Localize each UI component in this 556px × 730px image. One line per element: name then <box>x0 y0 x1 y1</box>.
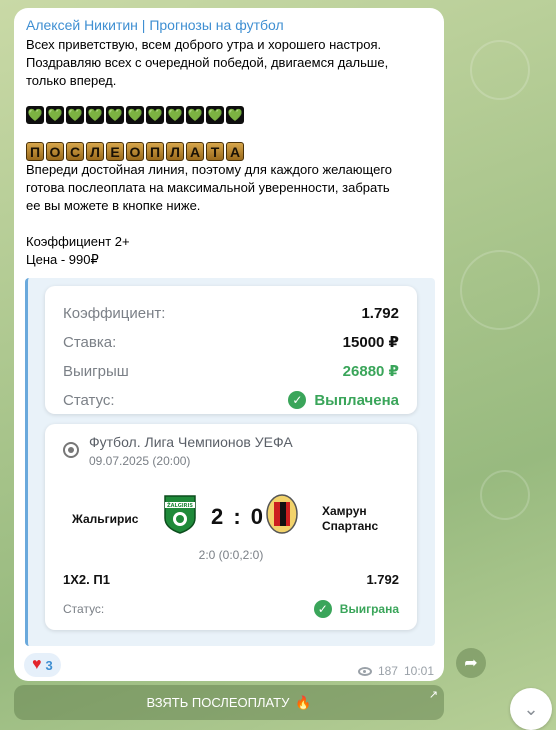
title-letter: П <box>146 142 164 161</box>
title-letter: О <box>126 142 144 161</box>
view-count: 187 <box>377 664 398 678</box>
message-time: 10:01 <box>403 664 434 678</box>
green-heart-icon: 💚 <box>106 106 124 124</box>
heart-icon: ♥ <box>32 656 42 673</box>
greeting-line-1: Всех приветствую, всем доброго утра и хо… <box>26 37 382 52</box>
title-letter: Л <box>166 142 184 161</box>
scroll-down-button[interactable]: ⌄ <box>510 688 552 730</box>
reaction-count: 3 <box>45 657 53 673</box>
body-line-3: ее вы можете в кнопке ниже. <box>26 198 201 213</box>
title-letter-row: П О С Л Е О П Л А Т А <box>26 142 244 161</box>
row-value: 15000 ₽ <box>342 334 399 351</box>
chevron-down-icon: ⌄ <box>523 698 539 719</box>
title-letter: Т <box>206 142 224 161</box>
wallpaper-doodle <box>480 470 530 520</box>
bet-type: 1Х2. П1 <box>63 572 110 587</box>
title-letter: О <box>46 142 64 161</box>
eye-icon <box>357 666 372 676</box>
message-meta: 187 10:01 <box>357 664 434 678</box>
match-card: Футбол. Лига Чемпионов УЕФА 09.07.2025 (… <box>45 424 417 630</box>
fire-icon: 🔥 <box>295 694 312 710</box>
wallpaper-doodle <box>470 40 530 100</box>
share-button[interactable]: ➦ <box>456 648 486 678</box>
greeting-line-2: Поздравляю всех с очередной победой, дви… <box>26 55 389 70</box>
away-team-line-1: Хамрун <box>322 504 367 518</box>
check-circle-icon: ✓ <box>288 391 307 409</box>
share-arrow-icon: ➦ <box>464 655 478 672</box>
external-link-icon: ↗ <box>428 689 438 701</box>
row-value: 26880 ₽ <box>342 363 399 380</box>
take-postpayment-button[interactable]: ВЗЯТЬ ПОСЛЕОПЛАТУ 🔥 ↗ <box>14 685 444 720</box>
heart-emoji-row: 💚 💚 💚 💚 💚 💚 💚 💚 💚 💚 💚 <box>26 106 244 124</box>
title-letter: Е <box>106 142 124 161</box>
row-label: Ставка: <box>63 333 117 351</box>
sender-name[interactable]: Алексей Никитин | Прогнозы на футбол <box>26 17 284 33</box>
green-heart-icon: 💚 <box>86 106 104 124</box>
status-row: Статус: ✓ Выплачена <box>63 390 399 410</box>
coefficient-text: Коэффициент 2+ <box>26 234 130 249</box>
green-heart-icon: 💚 <box>146 106 164 124</box>
status-value: Выиграна <box>339 602 399 616</box>
bet-summary-card: Коэффициент: 1.792 Ставка: 15000 ₽ Выигр… <box>45 286 417 414</box>
green-heart-icon: 💚 <box>186 106 204 124</box>
svg-text:ŽALGIRIS: ŽALGIRIS <box>167 501 193 509</box>
coefficient-row: Коэффициент: 1.792 <box>63 303 399 323</box>
row-label: Коэффициент: <box>63 304 166 322</box>
away-team: Хамрун Спартанс <box>322 504 378 534</box>
match-status-row: Статус: ✓ Выиграна <box>63 600 399 618</box>
bet-odds: 1.792 <box>366 572 399 587</box>
title-letter: С <box>66 142 84 161</box>
football-icon <box>63 442 79 458</box>
title-letter: А <box>226 142 244 161</box>
match-date: 09.07.2025 (20:00) <box>89 454 191 468</box>
price-text: Цена - 990₽ <box>26 252 99 267</box>
title-letter: Л <box>86 142 104 161</box>
league-name: Футбол. Лига Чемпионов УЕФА <box>89 434 293 450</box>
home-team: Жальгирис <box>72 512 139 526</box>
bet-line: 1Х2. П1 1.792 <box>63 572 399 587</box>
status-value: Выплачена <box>314 391 399 409</box>
hamrun-crest-icon <box>266 494 298 534</box>
title-letter: П <box>26 142 44 161</box>
stake-row: Ставка: 15000 ₽ <box>63 332 399 352</box>
title-letter: А <box>186 142 204 161</box>
bet-screenshot-media[interactable]: Коэффициент: 1.792 Ставка: 15000 ₽ Выигр… <box>25 278 435 646</box>
body-line-2: готова послеоплата на максимальной увере… <box>26 180 390 195</box>
green-heart-icon: 💚 <box>166 106 184 124</box>
body-line-1: Впереди достойная линия, поэтому для каж… <box>26 162 393 177</box>
message-bubble: Алексей Никитин | Прогнозы на футбол Все… <box>14 8 444 681</box>
green-heart-icon: 💚 <box>226 106 244 124</box>
row-label: Выигрыш <box>63 362 129 380</box>
away-team-line-2: Спартанс <box>322 519 379 533</box>
payout-row: Выигрыш 26880 ₽ <box>63 361 399 381</box>
greeting-line-3: только вперед. <box>26 73 117 88</box>
halftime-score: 2:0 (0:0,2:0) <box>198 548 264 562</box>
wallpaper-doodle <box>460 250 540 330</box>
row-value: 1.792 <box>361 304 399 322</box>
check-circle-icon: ✓ <box>313 600 332 618</box>
button-label: ВЗЯТЬ ПОСЛЕОПЛАТУ <box>146 695 290 710</box>
green-heart-icon: 💚 <box>46 106 64 124</box>
green-heart-icon: 💚 <box>26 106 44 124</box>
status-label: Статус: <box>63 602 105 616</box>
heart-reaction[interactable]: ♥ 3 <box>24 653 61 677</box>
green-heart-icon: 💚 <box>126 106 144 124</box>
zalgiris-crest-icon: ŽALGIRIS <box>164 495 196 534</box>
row-label: Статус: <box>63 391 115 409</box>
green-heart-icon: 💚 <box>206 106 224 124</box>
match-score: 2 : 0 <box>211 504 266 529</box>
green-heart-icon: 💚 <box>66 106 84 124</box>
